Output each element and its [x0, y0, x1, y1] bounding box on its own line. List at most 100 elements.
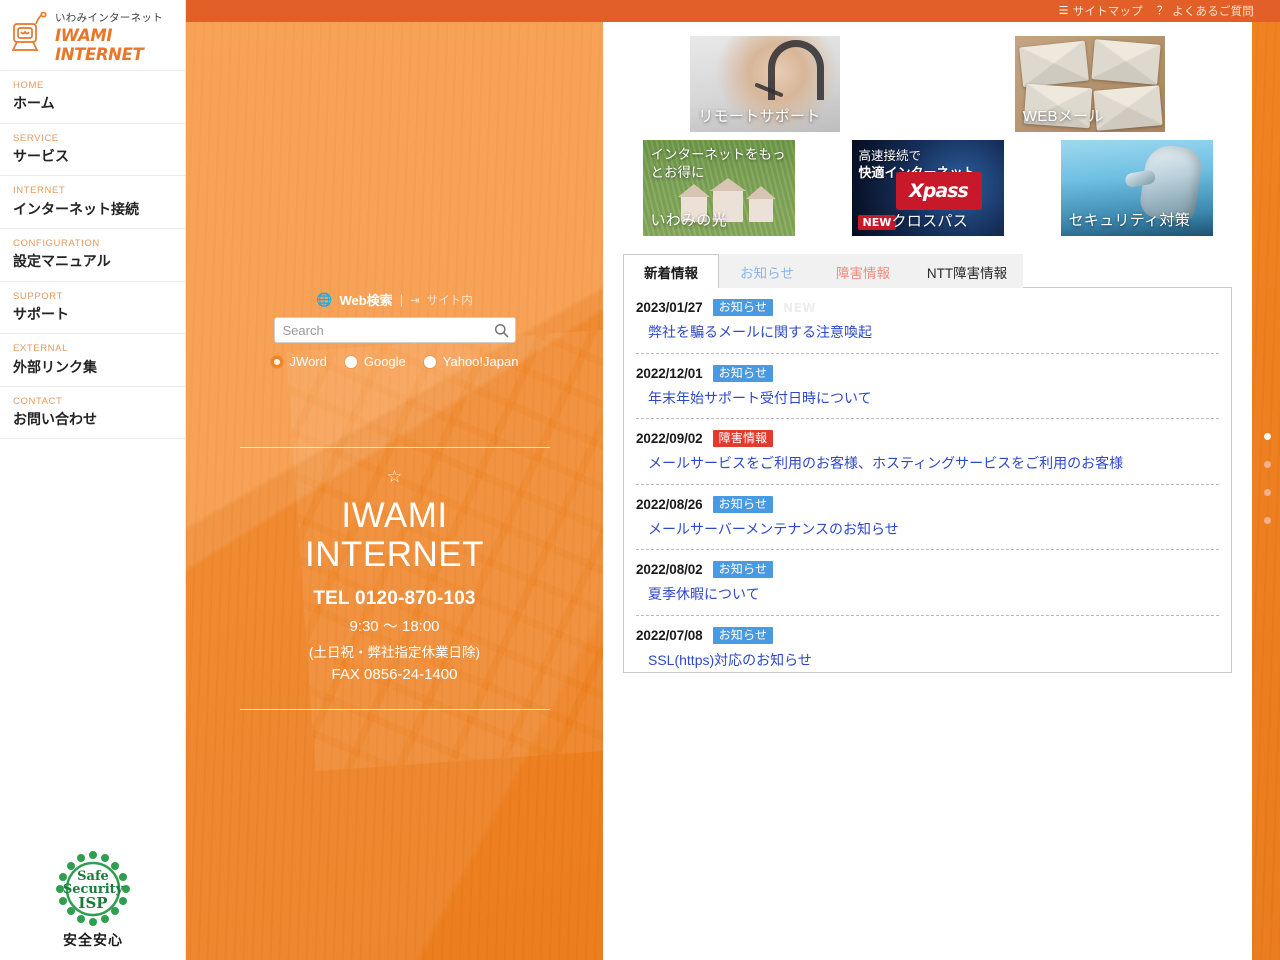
- divider-bottom: [239, 709, 550, 710]
- page-root: ☰ サイトマップ ？ よくあるご質問 いわみインターネット IWAMI INTE…: [0, 0, 1280, 960]
- brand-line-1: IWAMI: [341, 496, 448, 535]
- banner-xpass-caption: クロスパス: [891, 213, 969, 230]
- sidebar-item-external[interactable]: EXTERNAL 外部リンク集: [0, 334, 185, 387]
- banner-hikari-headline: インターネットをもっとお得に: [650, 147, 786, 181]
- engine-label-google: Google: [363, 354, 406, 369]
- safe-security-isp-badge: Safe Security ISP 安全安心: [0, 849, 186, 950]
- news-badge: お知らせ: [712, 299, 774, 316]
- news-item[interactable]: 2022/08/02 お知らせ 夏季休暇について: [636, 550, 1219, 616]
- news-date: 2022/07/08: [636, 627, 703, 643]
- sidebar-item-contact-en: CONTACT: [13, 395, 63, 407]
- banner-remote-support[interactable]: リモートサポート: [690, 36, 841, 132]
- news-title-link[interactable]: 弊社を騙るメールに関する注意喚起: [636, 323, 1219, 343]
- fax-number: FAX 0856-24-1400: [331, 666, 458, 683]
- site-logo[interactable]: いわみインターネット IWAMI INTERNET: [0, 0, 185, 70]
- sidebar-item-support-label: サポート: [13, 305, 69, 322]
- sidebar-item-internet-en: INTERNET: [13, 185, 66, 197]
- banner-remote-support-caption: リモートサポート: [698, 108, 821, 125]
- news-title-link[interactable]: 夏季休暇について: [636, 585, 1219, 605]
- sidebar-item-service-label: サービス: [13, 147, 69, 164]
- search-box: [273, 317, 516, 343]
- engine-option-google[interactable]: Google: [344, 354, 406, 369]
- news-date: 2022/09/02: [636, 431, 703, 447]
- news-item[interactable]: 2022/08/26 お知らせ メールサーバーメンテナンスのお知らせ: [636, 485, 1219, 551]
- tab-ntt-fault[interactable]: NTT障害情報: [911, 254, 1023, 288]
- sitemap-label: サイトマップ: [1072, 6, 1143, 18]
- news-badge: お知らせ: [712, 626, 774, 644]
- banner-hikari-caption: いわみの光: [650, 212, 728, 229]
- engine-option-jword[interactable]: JWord: [270, 354, 327, 369]
- engine-option-yahoojapan[interactable]: Yahoo!Japan: [423, 354, 518, 369]
- search-engine-options: JWord Google Yahoo!Japan: [270, 354, 518, 369]
- globe-icon: 🌐: [316, 291, 333, 307]
- tab-fault-info[interactable]: 障害情報: [815, 254, 911, 288]
- sidebar-item-internet[interactable]: INTERNET インターネット接続: [0, 176, 185, 229]
- news-date: 2023/01/27: [636, 300, 703, 315]
- sidebar-item-home[interactable]: HOME ホーム: [0, 70, 185, 124]
- news-item[interactable]: 2022/12/01 お知らせ 年末年始サポート受付日時について: [636, 354, 1219, 420]
- news-title-link[interactable]: 年末年始サポート受付日時について: [636, 389, 1219, 409]
- question-icon: ？: [1156, 4, 1169, 17]
- business-hours: 9:30 ～ 18:00: [349, 618, 440, 635]
- search-input[interactable]: [273, 317, 516, 343]
- tab-new-info[interactable]: 新着情報: [623, 254, 719, 288]
- sidebar-item-contact[interactable]: CONTACT お問い合わせ: [0, 387, 185, 440]
- search-web-label[interactable]: Web検索: [339, 290, 392, 309]
- banner-iwami-hikari[interactable]: インターネットをもっとお得に いわみの光: [642, 140, 795, 236]
- slider-dot-3[interactable]: [1264, 489, 1271, 496]
- banner-xpass[interactable]: 高速接続で 快適インターネット Xpass NEW クロスパス: [851, 140, 1004, 236]
- banner-security[interactable]: セキュリティ対策: [1060, 140, 1213, 236]
- xpass-logo: Xpass: [895, 172, 982, 210]
- news-title-link[interactable]: SSL(https)対応のお知らせ: [636, 651, 1219, 671]
- slider-dot-1[interactable]: [1264, 433, 1271, 440]
- faq-link[interactable]: ？ よくあるご質問: [1157, 3, 1254, 19]
- divider-top: [239, 447, 550, 448]
- banner-row-bottom: インターネットをもっとお得に いわみの光 高速接続で 快適インターネット Xpa…: [603, 132, 1252, 236]
- holiday-note: (土日祝・弊社指定休業日除): [309, 645, 480, 660]
- news-list-container[interactable]: 2023/01/27 お知らせ NEW 弊社を騙るメールに関する注意喚起 202…: [623, 288, 1232, 673]
- sidebar-item-external-en: EXTERNAL: [13, 343, 68, 355]
- news-date: 2022/12/01: [636, 365, 703, 381]
- svg-text:ISP: ISP: [78, 894, 107, 912]
- slider-dot-2[interactable]: [1264, 461, 1271, 468]
- faq-label: よくあるご質問: [1172, 6, 1254, 18]
- search-site-label[interactable]: サイト内: [427, 292, 473, 308]
- news-item[interactable]: 2022/09/02 障害情報 メールサービスをご利用のお客様、ホスティングサー…: [636, 419, 1219, 485]
- sitemap-icon: ☰: [1058, 4, 1069, 17]
- radio-jword[interactable]: [270, 355, 283, 368]
- sidebar-item-support[interactable]: SUPPORT サポート: [0, 282, 185, 335]
- envelope-icon: [1018, 40, 1089, 88]
- slider-dot-4[interactable]: [1264, 517, 1271, 524]
- engine-label-jword: JWord: [289, 354, 327, 369]
- news-badge: お知らせ: [712, 561, 774, 579]
- news-new-flag: NEW: [783, 300, 817, 315]
- news-item[interactable]: 2022/07/08 お知らせ SSL(https)対応のお知らせ: [636, 616, 1219, 672]
- safe-security-isp-icon: Safe Security ISP: [56, 851, 130, 926]
- sidebar-item-support-en: SUPPORT: [13, 290, 63, 302]
- news-date: 2022/08/26: [636, 496, 703, 512]
- sidebar-item-home-label: ホーム: [13, 95, 55, 112]
- news-title-link[interactable]: メールサービスをご利用のお客様、ホスティングサービスをご利用のお客様: [636, 454, 1219, 474]
- search-header: 🌐 Web検索 | ⇥ サイト内: [316, 290, 472, 309]
- logo-japanese-text: いわみインターネット: [55, 12, 163, 24]
- logo-english-text: IWAMI INTERNET: [55, 26, 144, 64]
- sitemap-link[interactable]: ☰ サイトマップ: [1059, 3, 1143, 19]
- search-submit-button[interactable]: [493, 321, 511, 339]
- search-site-icon: ⇥: [410, 294, 420, 307]
- news-date: 2022/08/02: [636, 562, 703, 578]
- sidebar-item-service[interactable]: SERVICE サービス: [0, 124, 185, 177]
- top-utility-bar: ☰ サイトマップ ？ よくあるご質問: [186, 0, 1280, 22]
- envelope-icon: [1091, 39, 1161, 85]
- search-separator: |: [399, 292, 404, 307]
- sidebar-item-configuration[interactable]: CONFIGURATION 設定マニュアル: [0, 229, 185, 282]
- tab-notices[interactable]: お知らせ: [719, 254, 815, 288]
- content-panel: リモートサポート WEBメール インターネットをもっとお得に いわみの光 高速接…: [603, 22, 1252, 960]
- banner-web-mail[interactable]: WEBメール: [1014, 36, 1165, 132]
- radio-yahoojapan[interactable]: [423, 355, 436, 368]
- sidebar-item-configuration-label: 設定マニュアル: [13, 253, 111, 270]
- news-title-link[interactable]: メールサーバーメンテナンスのお知らせ: [636, 520, 1219, 540]
- radio-google[interactable]: [344, 355, 357, 368]
- news-item[interactable]: 2023/01/27 お知らせ NEW 弊社を騙るメールに関する注意喚起: [636, 288, 1219, 354]
- sidebar-item-contact-label: お問い合わせ: [13, 411, 97, 428]
- isp-badge-caption: 安全安心: [63, 932, 123, 948]
